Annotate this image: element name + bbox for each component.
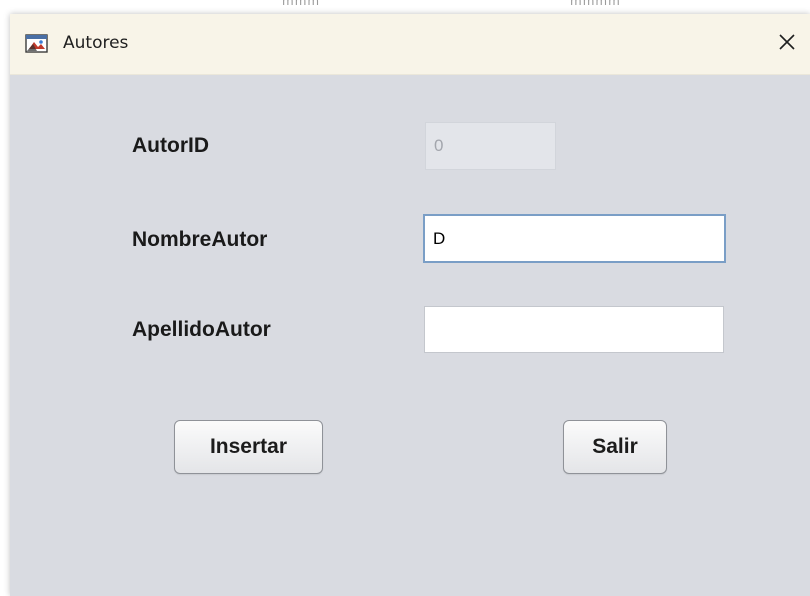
apellido-autor-field[interactable] — [424, 306, 724, 353]
autor-id-field[interactable] — [425, 122, 556, 170]
exit-button[interactable]: Salir — [563, 420, 667, 474]
close-button[interactable] — [764, 14, 810, 74]
nombre-autor-field[interactable] — [423, 214, 726, 263]
nombre-autor-label: NombreAutor — [132, 228, 268, 251]
close-icon — [778, 33, 796, 55]
background-text-fragment: mmm — [282, 0, 321, 8]
app-window-icon — [25, 32, 49, 54]
window-title: Autores — [63, 33, 129, 53]
screen: mmm mmmm Autores AutorID 0 NombreAutor D… — [0, 0, 810, 596]
background-window-strip: mmm mmmm — [0, 0, 810, 14]
title-bar[interactable]: Autores — [10, 14, 810, 75]
background-text-fragment: mmmm — [570, 0, 621, 8]
autor-id-label: AutorID — [132, 134, 209, 157]
autores-dialog: Autores AutorID NombreAutor ApellidoAuto… — [10, 14, 810, 596]
insert-button[interactable]: Insertar — [174, 420, 323, 474]
apellido-autor-label: ApellidoAutor — [132, 318, 271, 341]
